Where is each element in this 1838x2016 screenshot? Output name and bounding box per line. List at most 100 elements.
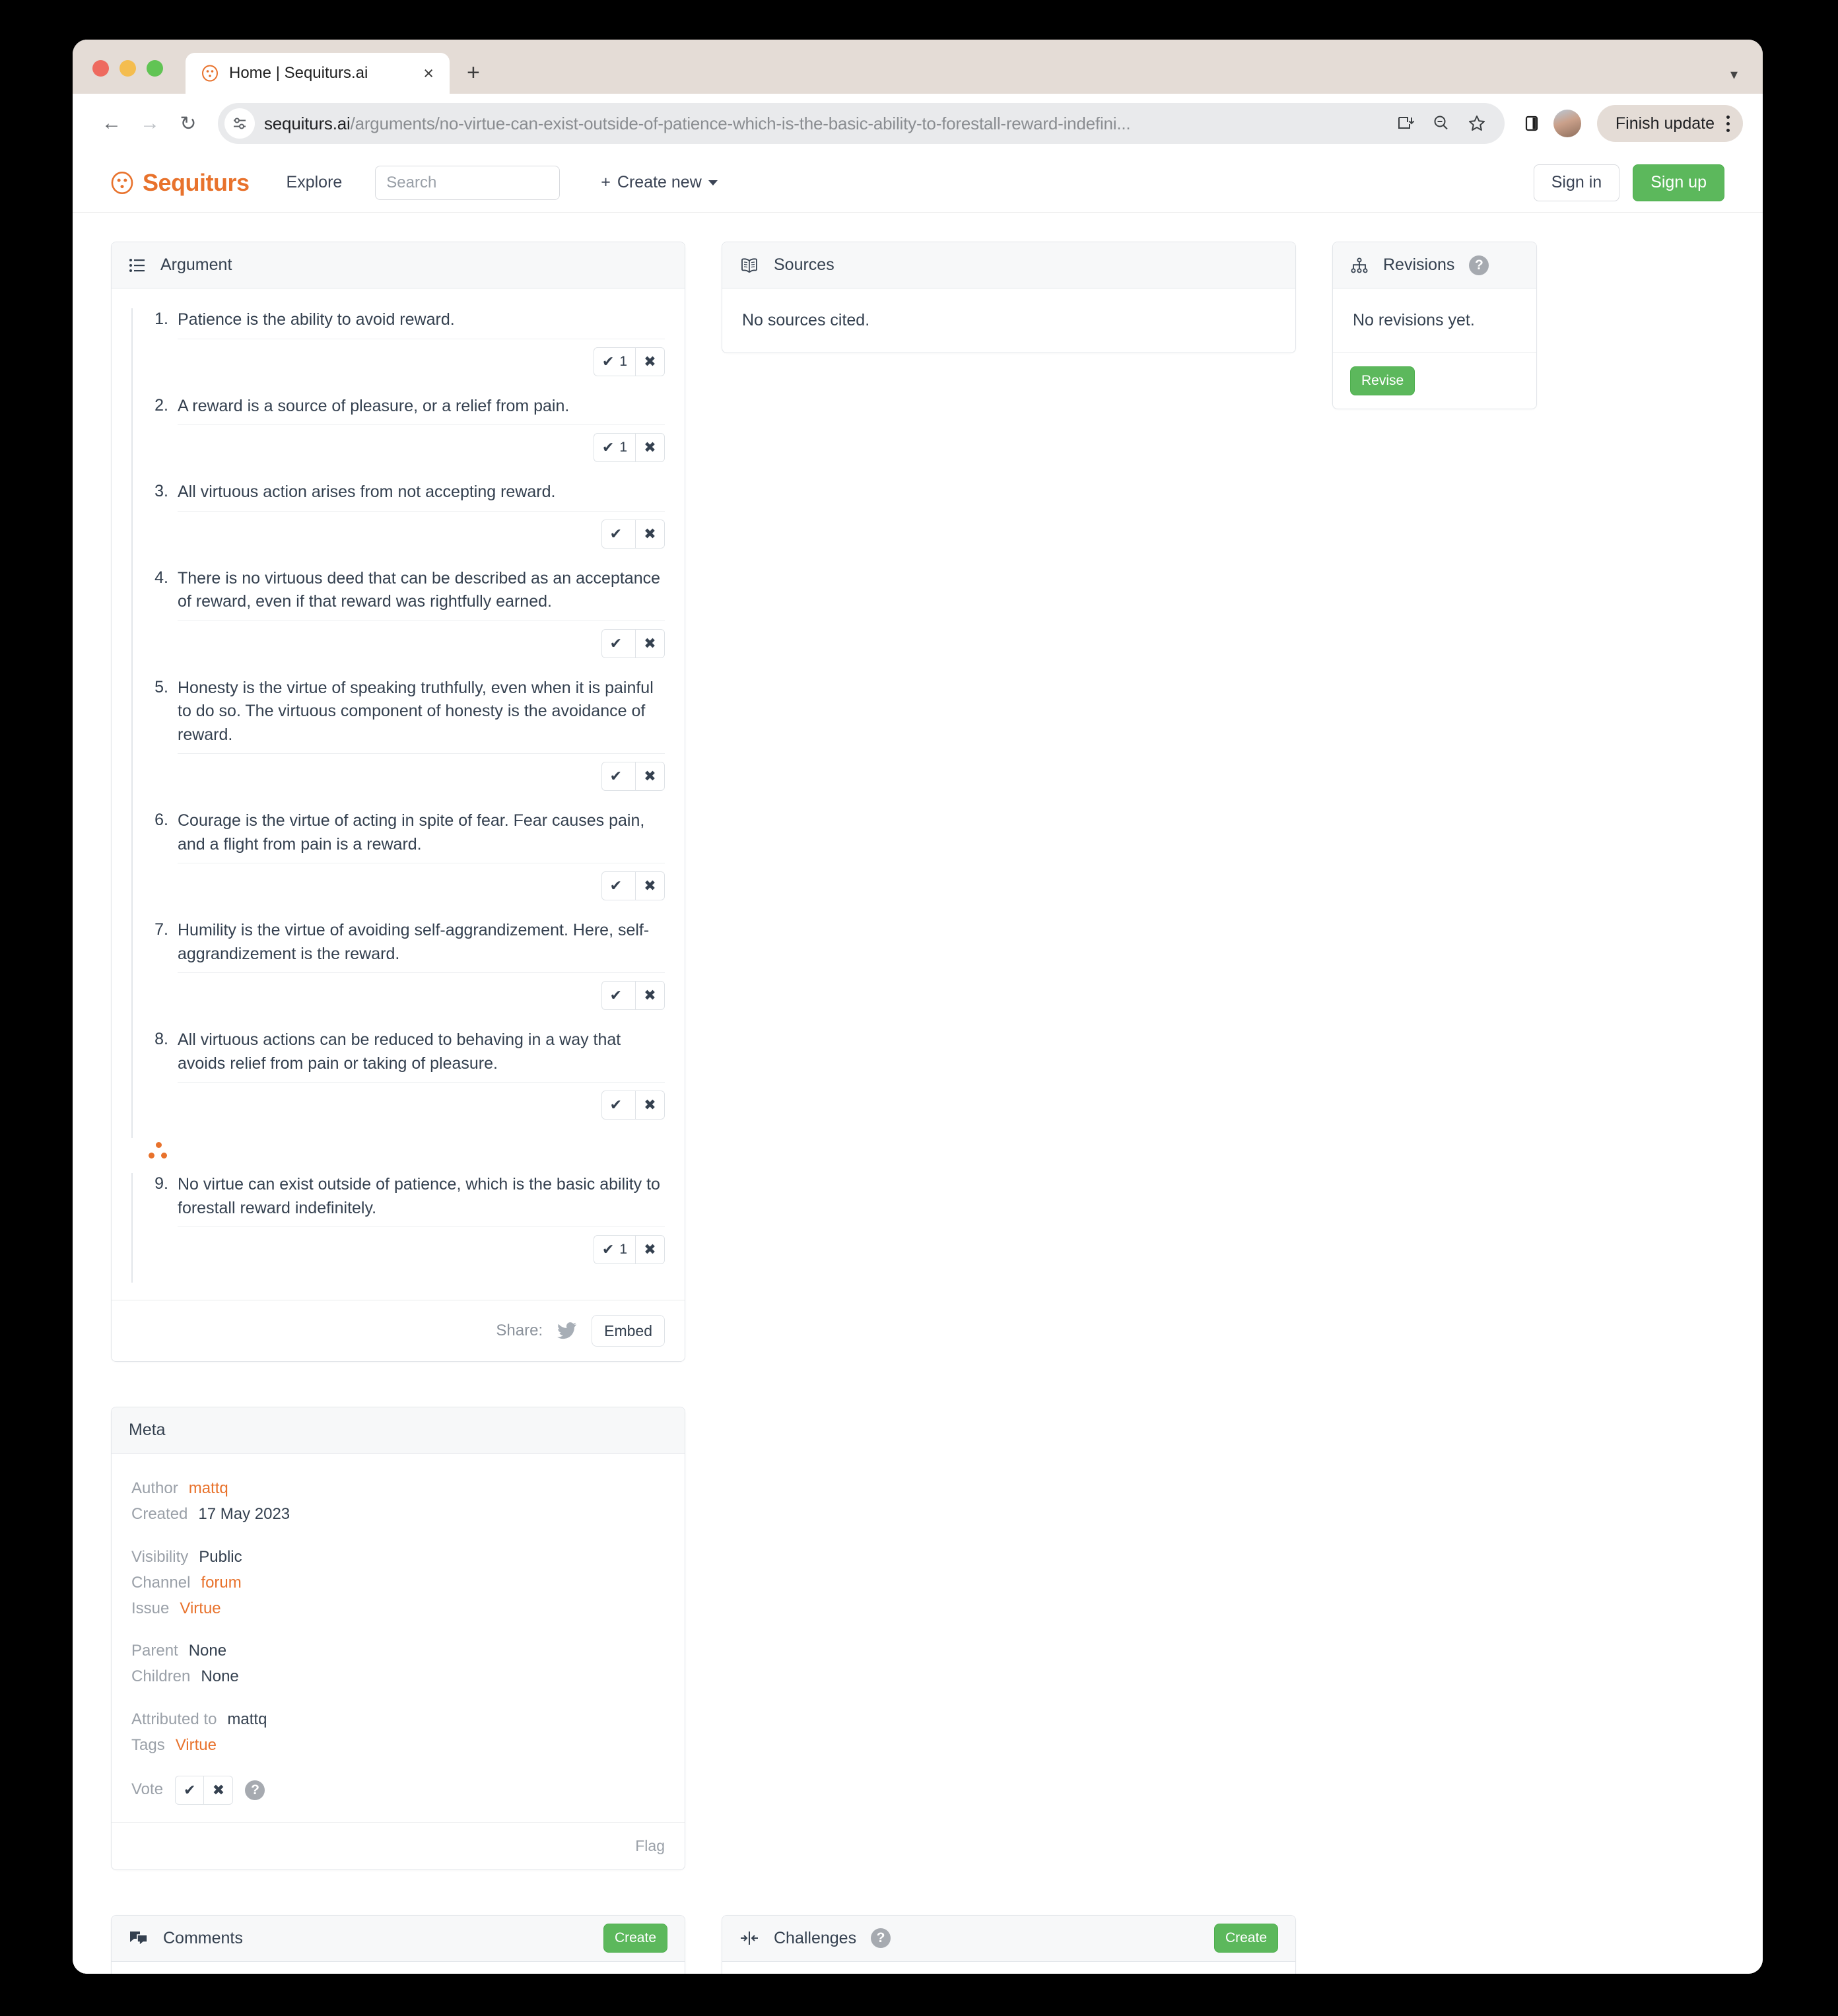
chevron-down-icon[interactable]: ▾ <box>1730 66 1738 83</box>
meta-key-author: Author <box>131 1479 178 1497</box>
create-comment-button[interactable]: Create <box>603 1924 667 1953</box>
site-logo[interactable]: Sequiturs <box>111 169 250 197</box>
upvote-button[interactable]: ✔ 1 <box>593 347 636 376</box>
site-settings-icon[interactable] <box>224 108 255 139</box>
meta-footer: Flag <box>112 1821 685 1869</box>
upvote-button[interactable]: ✔ <box>601 1091 636 1120</box>
downvote-button[interactable]: ✖ <box>636 347 665 376</box>
help-icon[interactable]: ? <box>1469 255 1489 275</box>
upvote-button[interactable]: ✔ <box>601 519 636 549</box>
challenge-icon <box>739 1930 759 1946</box>
meta-key-children: Children <box>131 1667 191 1686</box>
upvote-count: 1 <box>619 353 627 369</box>
comments-panel-title: Comments <box>163 1928 243 1947</box>
meta-value-created: 17 May 2023 <box>198 1504 290 1523</box>
downvote-button[interactable]: ✖ <box>204 1775 234 1805</box>
finish-update-label: Finish update <box>1615 114 1715 133</box>
url-text: sequiturs.ai/arguments/no-virtue-can-exi… <box>264 114 1383 134</box>
upvote-button[interactable]: ✔ <box>601 628 636 658</box>
vote-group: ✔ ✖ <box>601 762 665 791</box>
browser-tab[interactable]: Home | Sequiturs.ai × <box>186 53 450 94</box>
create-challenge-button[interactable]: Create <box>1213 1924 1278 1953</box>
revise-button[interactable]: Revise <box>1350 366 1415 395</box>
help-icon[interactable]: ? <box>245 1780 265 1800</box>
meta-value-author[interactable]: mattq <box>189 1476 228 1502</box>
premise-item: 7. Humility is the virtue of avoiding se… <box>133 919 665 1028</box>
argument-share-footer: Share: Embed <box>112 1300 685 1361</box>
sources-panel: Sources No sources cited. <box>722 242 1296 353</box>
install-app-icon[interactable] <box>1392 114 1419 133</box>
flag-link[interactable]: Flag <box>635 1837 665 1855</box>
main-content: Argument 1. Patience is the ability to a… <box>73 213 1763 1974</box>
downvote-button[interactable]: ✖ <box>636 762 665 791</box>
downvote-button[interactable]: ✖ <box>636 1091 665 1120</box>
meta-value-tags[interactable]: Virtue <box>176 1733 217 1759</box>
sign-up-button[interactable]: Sign up <box>1633 164 1724 201</box>
downvote-button[interactable]: ✖ <box>636 628 665 658</box>
downvote-button[interactable]: ✖ <box>636 1235 665 1264</box>
side-panel-icon[interactable] <box>1516 108 1547 139</box>
premise-number: 1. <box>154 310 168 328</box>
minimize-window-button[interactable] <box>119 60 136 77</box>
close-window-button[interactable] <box>92 60 109 77</box>
meta-key-parent: Parent <box>131 1642 178 1660</box>
zoom-icon[interactable] <box>1428 114 1454 133</box>
toolbar-right: Finish update <box>1516 105 1743 142</box>
finish-update-button[interactable]: Finish update <box>1596 105 1743 142</box>
meta-value-children: None <box>201 1667 239 1686</box>
back-icon[interactable]: ← <box>92 104 131 143</box>
meta-value-parent: None <box>188 1642 227 1660</box>
twitter-icon[interactable] <box>557 1322 577 1339</box>
nav-explore-link[interactable]: Explore <box>287 173 343 192</box>
downvote-button[interactable]: ✖ <box>636 981 665 1010</box>
premise-vote-row: ✔ ✖ <box>178 973 665 1028</box>
premise-vote-row: ✔ ✖ <box>178 512 665 567</box>
downvote-button[interactable]: ✖ <box>636 433 665 462</box>
upvote-button[interactable]: ✔ 1 <box>593 433 636 462</box>
browser-menu-icon[interactable] <box>1726 115 1730 132</box>
revisions-footer: Revise <box>1333 353 1536 409</box>
upvote-button[interactable]: ✔ 1 <box>593 1235 636 1264</box>
conclusion-text: No virtue can exist outside of patience,… <box>178 1173 665 1227</box>
premise-number: 5. <box>154 677 168 696</box>
meta-value-channel[interactable]: forum <box>201 1570 241 1596</box>
avatar[interactable] <box>1553 110 1581 137</box>
upvote-button[interactable]: ✔ <box>601 762 636 791</box>
meta-row-visibility: Visibility Public <box>131 1545 665 1570</box>
premise-number: 6. <box>154 811 168 829</box>
maximize-window-button[interactable] <box>147 60 163 77</box>
help-icon[interactable]: ? <box>871 1928 891 1949</box>
close-tab-icon[interactable]: × <box>419 64 438 83</box>
embed-button[interactable]: Embed <box>592 1315 665 1347</box>
upvote-button[interactable]: ✔ <box>601 871 636 900</box>
conclusion-number: 9. <box>154 1174 168 1193</box>
share-label: Share: <box>496 1322 543 1339</box>
downvote-button[interactable]: ✖ <box>636 519 665 549</box>
premise-number: 8. <box>154 1030 168 1048</box>
sign-in-button[interactable]: Sign in <box>1533 164 1620 201</box>
create-new-dropdown[interactable]: + Create new <box>601 173 718 192</box>
downvote-button[interactable]: ✖ <box>636 871 665 900</box>
bookmark-star-icon[interactable] <box>1464 114 1490 133</box>
meta-key-created: Created <box>131 1504 188 1523</box>
upvote-button[interactable]: ✔ <box>175 1775 205 1805</box>
premise-number: 4. <box>154 568 168 587</box>
vote-group: ✔ ✖ <box>601 628 665 658</box>
meta-group-placement: Visibility Public Channel forum Issue Vi… <box>131 1545 665 1622</box>
meta-row-author: Author mattq <box>131 1476 665 1502</box>
sequiturs-logo-icon <box>111 171 133 194</box>
new-tab-icon[interactable]: + <box>467 60 480 94</box>
argument-panel: Argument 1. Patience is the ability to a… <box>111 242 685 1362</box>
reload-icon[interactable]: ↻ <box>169 104 207 143</box>
search-field[interactable] <box>386 173 549 192</box>
vote-group: ✔ 1 ✖ <box>593 433 665 462</box>
forward-icon[interactable]: → <box>131 104 169 143</box>
sources-empty-text: No sources cited. <box>742 311 870 329</box>
comments-panel: Comments Create drew Whole 17 May 2023 F… <box>111 1914 685 1974</box>
address-bar[interactable]: sequiturs.ai/arguments/no-virtue-can-exi… <box>218 103 1505 144</box>
upvote-button[interactable]: ✔ <box>601 981 636 1010</box>
search-input[interactable] <box>375 165 561 200</box>
meta-value-issue[interactable]: Virtue <box>180 1596 221 1622</box>
premise-vote-row: ✔ ✖ <box>178 1083 665 1138</box>
meta-value-attributed: mattq <box>227 1710 267 1729</box>
